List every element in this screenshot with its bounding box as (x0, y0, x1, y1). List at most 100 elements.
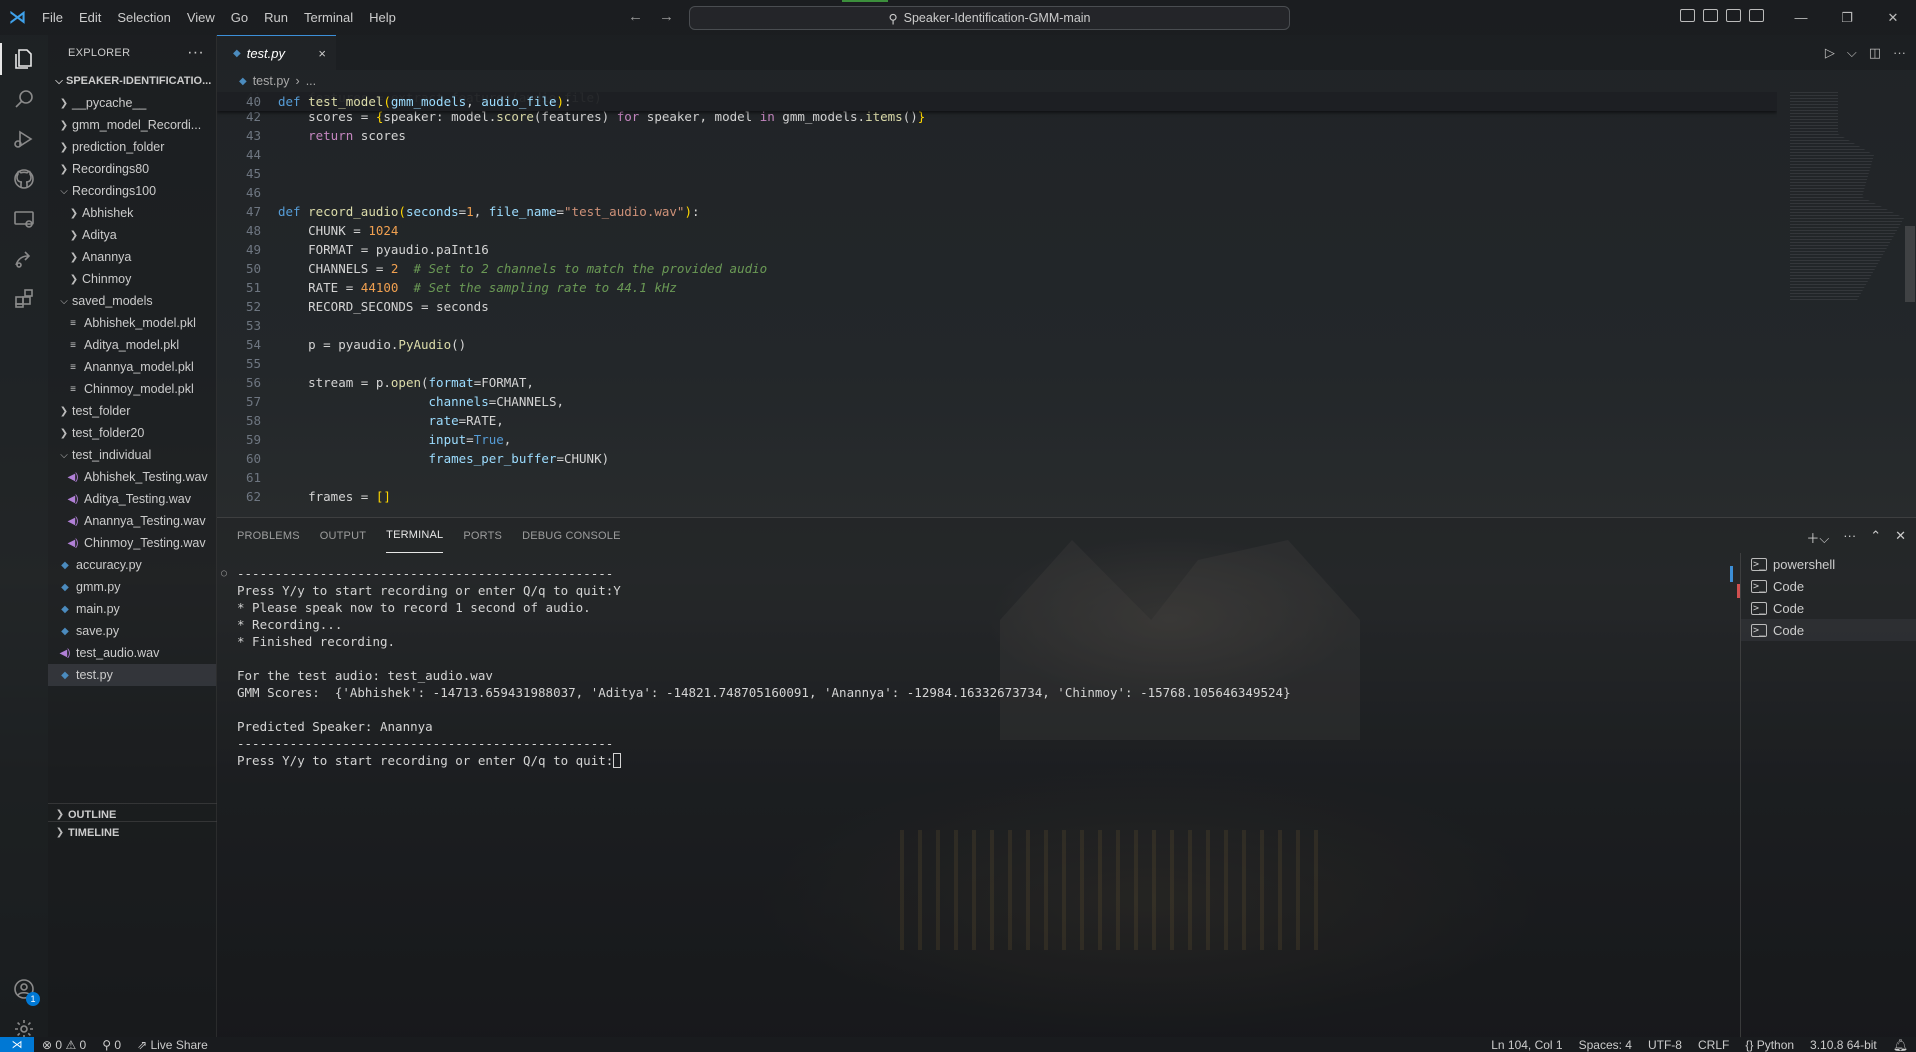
toggle-panel-icon[interactable] (1703, 9, 1718, 22)
tree-folder[interactable]: ❯ __pycache__ (48, 92, 216, 114)
tree-folder[interactable]: ❯ Abhishek (48, 202, 216, 224)
tree-folder[interactable]: ❯ prediction_folder (48, 136, 216, 158)
tree-folder[interactable]: ❯ gmm_model_Recordi... (48, 114, 216, 136)
tree-folder[interactable]: ⌵ Recordings100 (48, 180, 216, 202)
tree-file[interactable]: ◆ main.py (48, 598, 216, 620)
terminal-list: >_ powershell >_ Code >_ Code >_ Code (1740, 553, 1916, 1038)
tree-folder[interactable]: ❯ Chinmoy (48, 268, 216, 290)
encoding[interactable]: UTF-8 (1640, 1038, 1690, 1052)
line-number: 40 (245, 94, 261, 109)
tree-file[interactable]: ◆ save.py (48, 620, 216, 642)
code-editor[interactable]: 41 features = extract_features(audio_fil… (217, 92, 1777, 516)
end-of-line[interactable]: CRLF (1690, 1038, 1737, 1052)
chevron-right-icon: ❯ (55, 809, 65, 820)
back-arrow-icon[interactable]: ← (628, 8, 643, 25)
tree-file[interactable]: ◆ accuracy.py (48, 554, 216, 576)
language-mode[interactable]: {} Python (1737, 1038, 1802, 1052)
menu-go[interactable]: Go (224, 6, 255, 29)
terminal-line: * Please speak now to record 1 second of… (221, 599, 1291, 616)
tree-file[interactable]: ◀) test_audio.wav (48, 642, 216, 664)
tree-folder[interactable]: ⌵ test_individual (48, 444, 216, 466)
editor-scrollbar[interactable] (1905, 226, 1915, 302)
breadcrumb-symbol[interactable]: ... (306, 74, 316, 88)
timeline-label: TIMELINE (68, 826, 120, 839)
tree-file[interactable]: ≡ Aditya_model.pkl (48, 334, 216, 356)
customize-layout-icon[interactable] (1749, 9, 1764, 22)
tree-file[interactable]: ≡ Abhishek_model.pkl (48, 312, 216, 334)
minimap[interactable] (1790, 92, 1904, 302)
tree-file[interactable]: ◀) Anannya_Testing.wav (48, 510, 216, 532)
timeline-section[interactable]: ❯ TIMELINE (48, 821, 217, 843)
menu-file[interactable]: File (35, 6, 70, 29)
outline-label: OUTLINE (68, 808, 117, 821)
menu-terminal[interactable]: Terminal (297, 6, 360, 29)
code-line: 43 return scores (217, 126, 925, 145)
tab-test-py[interactable]: ◆ test.py × (217, 35, 336, 70)
tree-folder[interactable]: ❯ Aditya (48, 224, 216, 246)
tree-item-label: main.py (76, 602, 120, 616)
close-panel-icon[interactable]: ✕ (1895, 528, 1906, 547)
close-tab-icon[interactable]: × (318, 46, 326, 61)
workspace-root-folder[interactable]: ⌵ SPEAKER-IDENTIFICATIO... (48, 70, 216, 92)
panel-tab-debug-console[interactable]: DEBUG CONSOLE (522, 518, 621, 553)
live-share-status[interactable]: ⇗ Live Share (129, 1038, 216, 1052)
tree-folder[interactable]: ❯ Anannya (48, 246, 216, 268)
terminal-output[interactable]: ○ ---------------------------------------… (221, 565, 1291, 769)
code-text: frames = [] (278, 489, 391, 504)
tree-file[interactable]: ◀) Abhishek_Testing.wav (48, 466, 216, 488)
toggle-primary-sidebar-icon[interactable] (1680, 9, 1695, 22)
terminal-instance[interactable]: >_ Code (1741, 575, 1916, 597)
panel-tab-output[interactable]: OUTPUT (320, 518, 366, 553)
menu-edit[interactable]: Edit (72, 6, 108, 29)
tree-file[interactable]: ◀) Chinmoy_Testing.wav (48, 532, 216, 554)
run-python-file-icon[interactable]: ▷ (1825, 45, 1835, 61)
tree-folder[interactable]: ❯ test_folder (48, 400, 216, 422)
tree-folder[interactable]: ❯ Recordings80 (48, 158, 216, 180)
restore-icon[interactable]: ❐ (1824, 10, 1870, 26)
close-window-icon[interactable]: ✕ (1870, 10, 1916, 26)
tree-file[interactable]: ◆ gmm.py (48, 576, 216, 598)
more-actions-icon[interactable]: ··· (1843, 528, 1856, 547)
tree-folder[interactable]: ❯ test_folder20 (48, 422, 216, 444)
menu-view[interactable]: View (180, 6, 222, 29)
terminal-instance-label: Code (1773, 600, 1805, 616)
chevron-right-icon: ❯ (69, 273, 79, 285)
toggle-secondary-sidebar-icon[interactable] (1726, 9, 1741, 22)
cursor-position[interactable]: Ln 104, Col 1 (1483, 1038, 1570, 1052)
minimize-icon[interactable]: — (1778, 10, 1824, 25)
panel-tab-terminal[interactable]: TERMINAL (386, 518, 444, 553)
terminal-instance[interactable]: >_ Code (1741, 597, 1916, 619)
tree-folder[interactable]: ⌵ saved_models (48, 290, 216, 312)
panel-tab-problems[interactable]: PROBLEMS (237, 518, 300, 553)
menu-selection[interactable]: Selection (110, 6, 177, 29)
python-interpreter[interactable]: 3.10.8 64-bit (1802, 1038, 1885, 1052)
tree-file[interactable]: ≡ Chinmoy_model.pkl (48, 378, 216, 400)
maximize-panel-icon[interactable]: ⌃ (1870, 528, 1881, 547)
more-actions-icon[interactable]: ··· (187, 44, 204, 62)
menu-help[interactable]: Help (362, 6, 403, 29)
line-number: 58 (245, 413, 261, 428)
split-editor-icon[interactable]: ◫ (1869, 45, 1881, 61)
run-dropdown-icon[interactable]: ⌵ (1847, 45, 1857, 61)
remote-indicator-icon[interactable]: ⋊ (0, 1037, 34, 1052)
ports-status[interactable]: ⚲ 0 (94, 1038, 129, 1052)
command-center-search[interactable]: ⚲ Speaker-Identification-GMM-main (689, 6, 1290, 30)
terminal-instance[interactable]: >_ powershell (1741, 553, 1916, 575)
indentation[interactable]: Spaces: 4 (1571, 1038, 1640, 1052)
problems-status[interactable]: ⊗ 0 ⚠ 0 (34, 1038, 94, 1052)
panel-tab-ports[interactable]: PORTS (463, 518, 502, 553)
extensions-icon[interactable] (0, 275, 48, 323)
terminal-instance[interactable]: >_ Code (1741, 619, 1916, 641)
notifications-bell-icon[interactable]: 🔔︎ (1885, 1038, 1916, 1052)
tree-file[interactable]: ≡ Anannya_model.pkl (48, 356, 216, 378)
bottom-panel: PROBLEMS OUTPUT TERMINAL PORTS DEBUG CONSOLE… (217, 517, 1916, 1038)
tree-file[interactable]: ◀) Aditya_Testing.wav (48, 488, 216, 510)
menu-run[interactable]: Run (257, 6, 295, 29)
new-terminal-icon[interactable]: ＋⌵ (1806, 528, 1829, 547)
breadcrumb-file[interactable]: test.py (253, 74, 290, 88)
tree-item-label: Chinmoy_model.pkl (84, 382, 194, 396)
more-actions-icon[interactable]: ··· (1893, 45, 1906, 61)
forward-arrow-icon[interactable]: → (659, 8, 674, 25)
tree-file[interactable]: ◆ test.py (48, 664, 216, 686)
chevron-right-icon: ❯ (59, 163, 69, 175)
